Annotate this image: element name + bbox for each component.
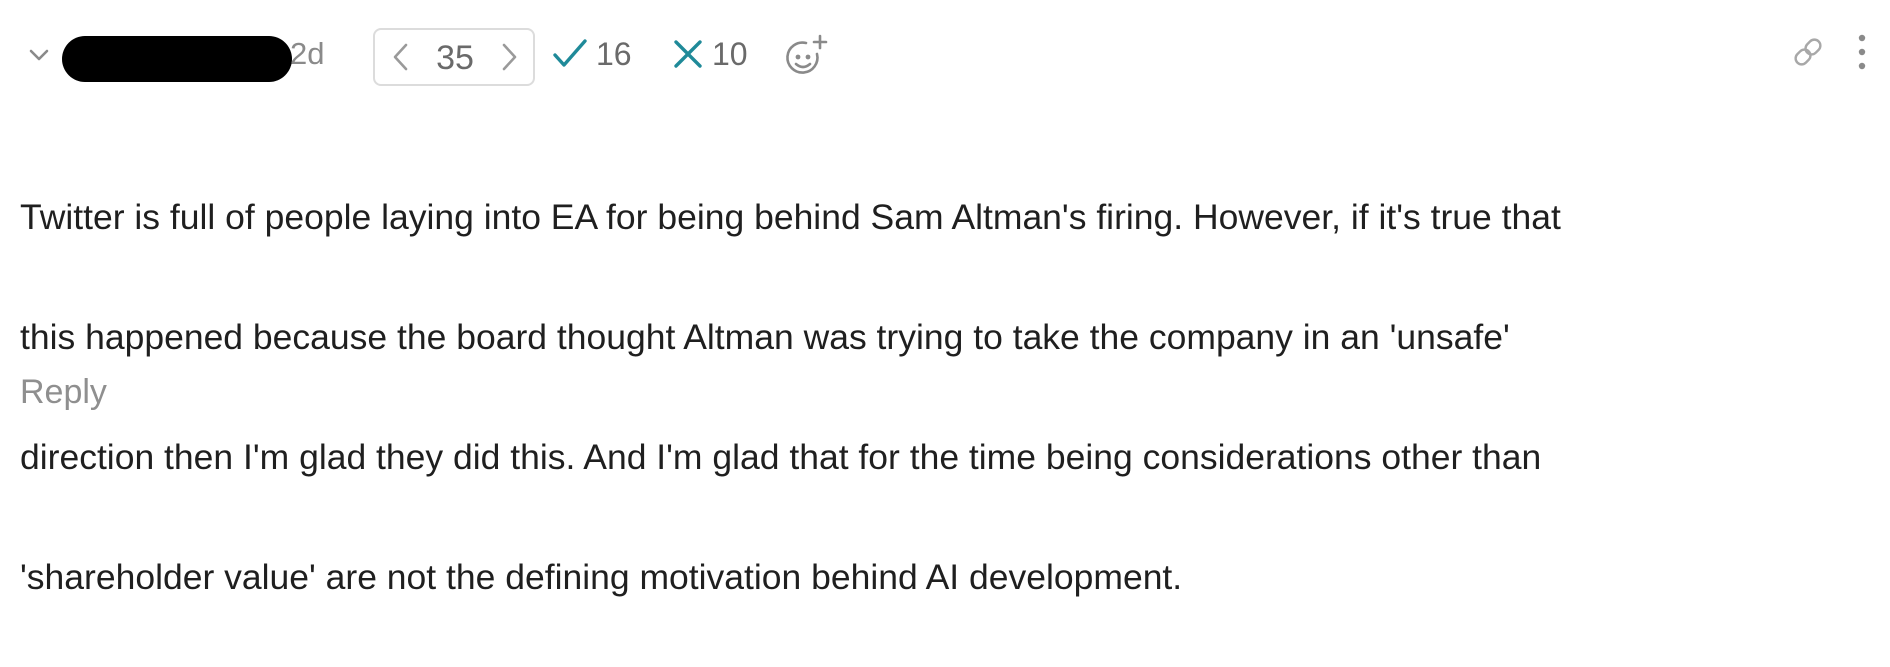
more-options-button[interactable] [1852, 30, 1872, 74]
permalink-button[interactable] [1790, 34, 1826, 70]
disagree-count: 10 [712, 36, 748, 72]
karma-score: 35 [436, 39, 474, 77]
add-reaction-button[interactable] [784, 32, 832, 80]
agree-count: 16 [596, 36, 632, 72]
redacted-author-name [62, 36, 292, 82]
link-icon [1794, 38, 1822, 66]
checkmark-icon [553, 39, 587, 67]
collapse-button[interactable] [24, 40, 54, 70]
comment-body-line: Twitter is full of people laying into EA… [20, 197, 1561, 237]
comment-body-line: 'shareholder value' are not the defining… [20, 557, 1183, 597]
downvote-button[interactable] [387, 40, 413, 74]
comment-body: Twitter is full of people laying into EA… [20, 127, 1870, 667]
chevron-left-icon [393, 43, 408, 71]
chevron-down-icon [29, 49, 49, 61]
add-reaction-icon [786, 34, 828, 74]
comment-header: 2d 35 16 10 [0, 22, 1890, 88]
chevron-right-icon [502, 43, 517, 71]
comment-body-line: direction then I'm glad they did this. A… [20, 437, 1542, 477]
comment-timestamp: 2d [290, 36, 325, 71]
reply-button[interactable]: Reply [20, 372, 107, 412]
x-mark-icon [674, 40, 702, 68]
karma-vote-box: 35 [373, 28, 535, 86]
comment: 2d 35 16 10 Twitter is full of people la… [0, 0, 1890, 597]
upvote-button[interactable] [497, 40, 523, 74]
more-vertical-icon [1858, 34, 1866, 70]
comment-body-line: this happened because the board thought … [20, 317, 1510, 357]
